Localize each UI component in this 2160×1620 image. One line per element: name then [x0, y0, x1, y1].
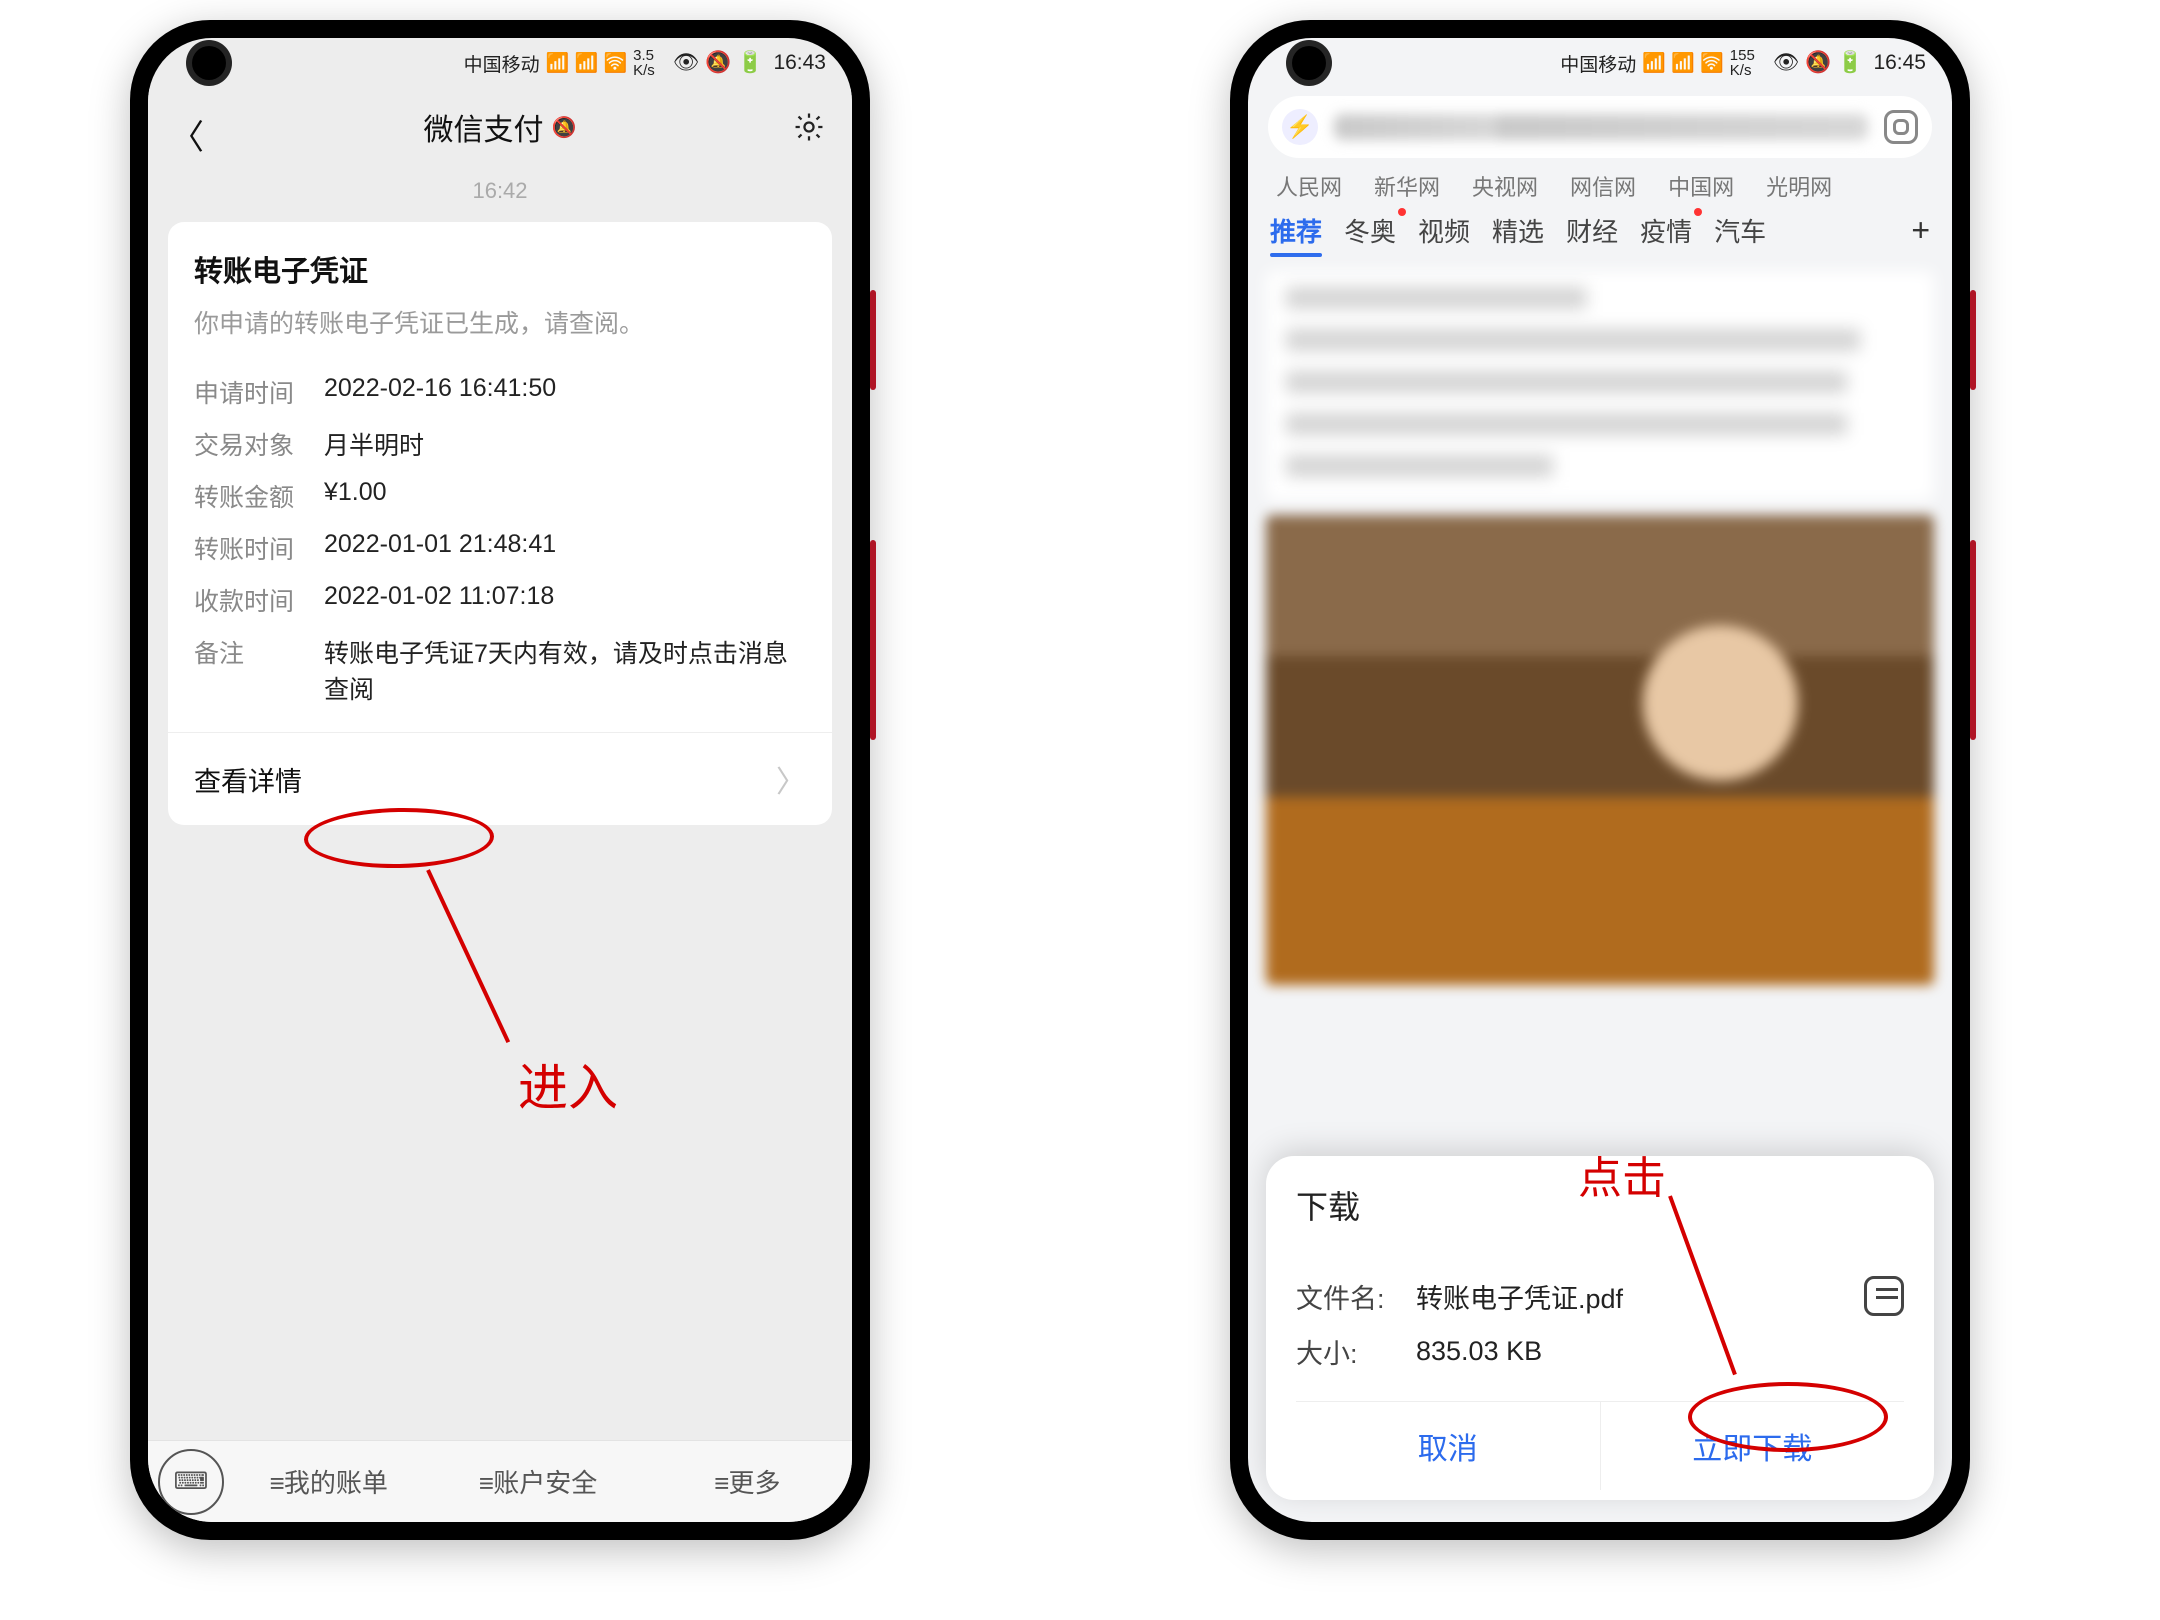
site-link[interactable]: 中国网 — [1668, 170, 1734, 202]
search-text-blurred — [1334, 114, 1868, 140]
edit-filename-button[interactable] — [1864, 1276, 1904, 1316]
camera-hole — [192, 46, 226, 80]
page-title: 微信支付 🔕 — [424, 105, 577, 149]
add-tab-button[interactable]: + — [1911, 212, 1930, 249]
site-link[interactable]: 网信网 — [1570, 170, 1636, 202]
row-receive-time: 收款时间 2022-01-02 11:07:18 — [194, 574, 806, 626]
row-note: 备注 转账电子凭证7天内有效，请及时点击消息查阅 — [194, 626, 806, 714]
data-rate: 3.5 K/s — [633, 48, 655, 78]
mute-icon: 🔕 — [552, 115, 577, 140]
tab-covid[interactable]: 疫情 — [1640, 212, 1692, 249]
status-bar: 中国移动 📶 📶 🛜 3.5 K/s 👁 🔕 🔋 16:43 — [148, 38, 852, 88]
bolt-icon: ⚡ — [1282, 109, 1318, 145]
row-party: 交易对象 月半明时 — [194, 418, 806, 470]
cancel-button[interactable]: 取消 — [1296, 1402, 1601, 1490]
signal-icons: 📶 📶 🛜 — [1642, 51, 1724, 75]
screen-right: 中国移动 📶 📶 🛜 155 K/s 👁 🔕 🔋 16:45 ⚡ 人民网 新华网… — [1248, 38, 1952, 1522]
status-icons: 👁 🔕 🔋 — [673, 51, 764, 75]
my-bills-menu[interactable]: 我的账单 — [224, 1463, 433, 1500]
status-icons: 👁 🔕 🔋 — [1773, 51, 1864, 75]
carrier-label: 中国移动 — [464, 50, 540, 77]
sheet-actions: 取消 立即下载 — [1296, 1401, 1904, 1490]
download-now-button[interactable]: 立即下载 — [1601, 1402, 1905, 1490]
account-security-menu[interactable]: 账户安全 — [433, 1463, 642, 1500]
row-transfer-time: 转账时间 2022-01-01 21:48:41 — [194, 522, 806, 574]
signal-icons: 📶 📶 🛜 — [546, 51, 628, 75]
site-link[interactable]: 人民网 — [1276, 170, 1342, 202]
site-link[interactable]: 央视网 — [1472, 170, 1538, 202]
card-title: 转账电子凭证 — [194, 248, 806, 290]
app-header: 〈 微信支付 🔕 — [148, 88, 852, 166]
site-link-bar: 人民网 新华网 央视网 网信网 中国网 光明网 — [1248, 170, 1952, 202]
more-menu[interactable]: 更多 — [643, 1463, 852, 1500]
bottom-toolbar: ⌨ 我的账单 账户安全 更多 — [148, 1440, 852, 1522]
scan-icon[interactable] — [1884, 110, 1918, 144]
back-button[interactable]: 〈 — [170, 110, 204, 159]
phone-frame-left: 中国移动 📶 📶 🛜 3.5 K/s 👁 🔕 🔋 16:43 〈 微信支付 🔕 — [130, 20, 870, 1540]
tab-olympics[interactable]: 冬奥 — [1344, 212, 1396, 249]
carrier-label: 中国移动 — [1560, 50, 1636, 77]
message-timestamp: 16:42 — [148, 166, 852, 222]
tab-auto[interactable]: 汽车 — [1714, 212, 1766, 249]
screen-left: 中国移动 📶 📶 🛜 3.5 K/s 👁 🔕 🔋 16:43 〈 微信支付 🔕 — [148, 38, 852, 1522]
settings-button[interactable] — [792, 110, 826, 149]
clock: 16:45 — [1873, 51, 1926, 75]
camera-hole — [1292, 46, 1326, 80]
tab-video[interactable]: 视频 — [1418, 212, 1470, 249]
search-bar[interactable]: ⚡ — [1268, 96, 1932, 158]
row-apply-time: 申请时间 2022-02-16 16:41:50 — [194, 366, 806, 418]
phone-frame-right: 中国移动 📶 📶 🛜 155 K/s 👁 🔕 🔋 16:45 ⚡ 人民网 新华网… — [1230, 20, 1970, 1540]
row-filesize: 大小: 835.03 KB — [1296, 1324, 1904, 1379]
row-filename: 文件名: 转账电子凭证.pdf — [1296, 1268, 1904, 1324]
tab-finance[interactable]: 财经 — [1566, 212, 1618, 249]
row-amount: 转账金额 ¥1.00 — [194, 470, 806, 522]
site-link[interactable]: 新华网 — [1374, 170, 1440, 202]
status-bar: 中国移动 📶 📶 🛜 155 K/s 👁 🔕 🔋 16:45 — [1248, 38, 1952, 88]
annotation-arrow — [426, 869, 510, 1043]
clock: 16:43 — [773, 51, 826, 75]
site-link[interactable]: 光明网 — [1766, 170, 1832, 202]
news-list-blurred — [1266, 271, 1934, 501]
category-tabs: 推荐 冬奥 视频 精选 财经 疫情 汽车 + — [1248, 202, 1952, 257]
tab-featured[interactable]: 精选 — [1492, 212, 1544, 249]
sheet-title: 下载 — [1296, 1182, 1904, 1228]
receipt-card[interactable]: 转账电子凭证 你申请的转账电子凭证已生成，请查阅。 申请时间 2022-02-1… — [168, 222, 832, 825]
tab-recommend[interactable]: 推荐 — [1270, 212, 1322, 249]
data-rate: 155 K/s — [1730, 48, 1755, 78]
view-detail-link[interactable]: 查看详情 〉 — [194, 733, 806, 825]
keyboard-button[interactable]: ⌨ — [158, 1449, 224, 1515]
news-image-blurred — [1266, 515, 1934, 985]
chevron-right-icon: 〉 — [776, 757, 806, 801]
annotation-text: 进入 — [518, 1048, 618, 1120]
download-sheet: 下载 文件名: 转账电子凭证.pdf 大小: 835.03 KB 取消 立即下载 — [1266, 1156, 1934, 1500]
card-subtitle: 你申请的转账电子凭证已生成，请查阅。 — [194, 304, 806, 340]
